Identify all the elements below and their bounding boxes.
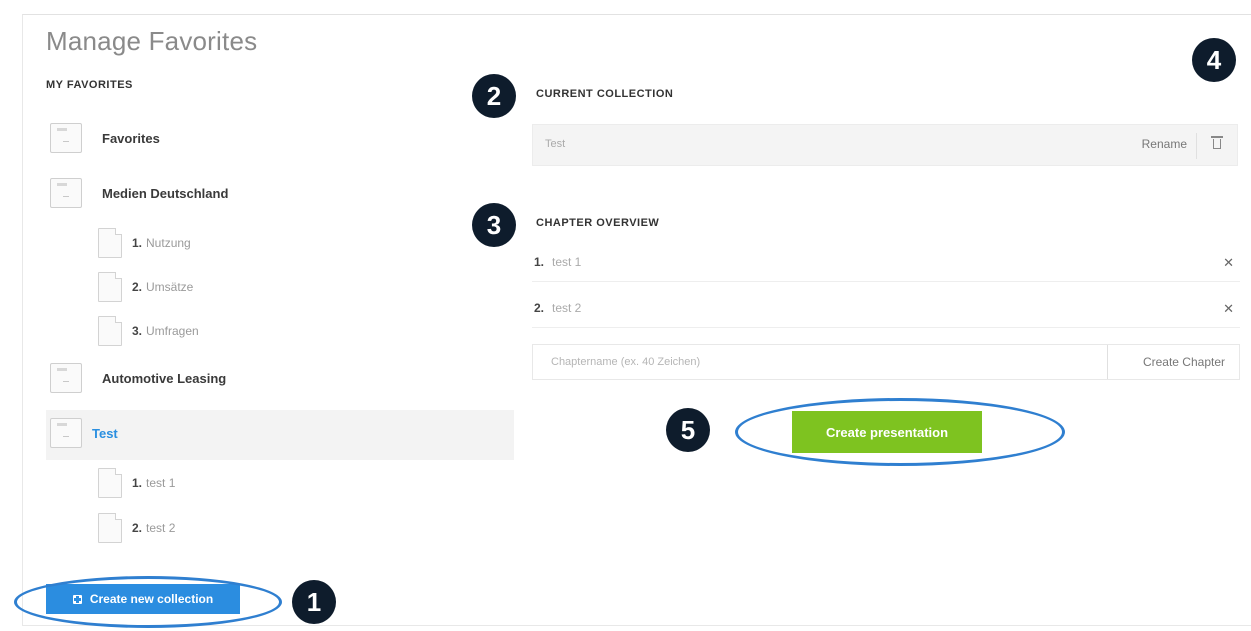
chapter-row[interactable]: 1. test 1 ✕ <box>532 243 1240 282</box>
chapter-label: Umsätze <box>146 280 194 294</box>
collection-name-field[interactable]: Test <box>545 138 565 150</box>
chapter-number: 3. <box>132 324 143 338</box>
chapter-label: Umfragen <box>146 324 199 338</box>
chapter-item[interactable]: 1. Nutzung <box>98 228 191 258</box>
chapter-label: test 2 <box>146 521 176 535</box>
chapter-name: test 2 <box>552 301 582 315</box>
step-marker-1: 1 <box>292 580 336 624</box>
highlight-ellipse-5 <box>735 398 1065 466</box>
chapter-item[interactable]: 2. Umsätze <box>98 272 193 302</box>
chapter-number: 2. <box>132 521 143 535</box>
create-chapter-button[interactable]: Create Chapter <box>1143 355 1225 369</box>
chapter-number: 1. <box>132 236 143 250</box>
chapter-label: test 1 <box>146 476 176 490</box>
trash-icon[interactable] <box>1211 136 1223 149</box>
collection-item-medien-deutschland[interactable]: Medien Deutschland <box>50 178 228 208</box>
my-favorites-heading: MY FAVORITES <box>46 79 133 91</box>
collection-item-test[interactable]: Test <box>50 418 118 448</box>
divider <box>1196 133 1197 159</box>
close-icon[interactable]: ✕ <box>1223 301 1234 317</box>
folder-icon <box>50 123 82 153</box>
collection-label: Medien Deutschland <box>102 185 229 201</box>
chapter-number: 2. <box>132 280 143 294</box>
document-icon <box>98 228 122 258</box>
chapter-overview-heading: CHAPTER OVERVIEW <box>536 217 660 229</box>
page-title: Manage Favorites <box>46 26 258 56</box>
chapter-number: 1. <box>132 476 143 490</box>
chapter-number: 1. <box>534 255 545 269</box>
new-chapter-bar: Chaptername (ex. 40 Zeichen) Create Chap… <box>532 344 1240 380</box>
folder-icon <box>50 363 82 393</box>
document-icon <box>98 468 122 498</box>
document-icon <box>98 316 122 346</box>
step-marker-3: 3 <box>472 203 516 247</box>
highlight-ellipse-1 <box>14 576 282 628</box>
chapter-item[interactable]: 3. Umfragen <box>98 316 199 346</box>
document-icon <box>98 513 122 543</box>
chapter-number: 2. <box>534 301 545 315</box>
current-collection-bar: Test Rename <box>532 124 1238 166</box>
chapter-item[interactable]: 2. test 2 <box>98 513 175 543</box>
step-marker-4: 4 <box>1192 38 1236 82</box>
document-icon <box>98 272 122 302</box>
collection-item-favorites[interactable]: Favorites <box>50 123 160 153</box>
chapter-row[interactable]: 2. test 2 ✕ <box>532 289 1240 328</box>
current-collection-heading: CURRENT COLLECTION <box>536 88 674 100</box>
collection-label: Automotive Leasing <box>102 370 227 386</box>
collection-label: Test <box>92 425 118 441</box>
chapter-name-input[interactable]: Chaptername (ex. 40 Zeichen) <box>551 356 700 368</box>
chapter-label: Nutzung <box>146 236 191 250</box>
step-marker-2: 2 <box>472 74 516 118</box>
collection-item-automotive-leasing[interactable]: Automotive Leasing <box>50 363 226 393</box>
folder-icon <box>50 178 82 208</box>
rename-button[interactable]: Rename <box>1142 137 1187 151</box>
step-marker-5: 5 <box>666 408 710 452</box>
close-icon[interactable]: ✕ <box>1223 255 1234 271</box>
chapter-name: test 1 <box>552 255 582 269</box>
folder-icon <box>50 418 82 448</box>
collection-label: Favorites <box>102 130 160 146</box>
chapter-item[interactable]: 1. test 1 <box>98 468 175 498</box>
divider <box>1107 345 1108 379</box>
